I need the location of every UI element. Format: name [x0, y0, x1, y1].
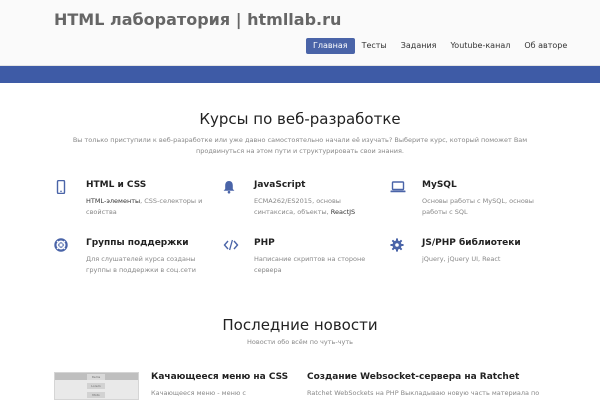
course-link[interactable]: HTML-элементы	[86, 197, 140, 205]
thumb-menu-item: Lorem	[87, 383, 105, 389]
course-title[interactable]: JavaScript	[254, 180, 305, 190]
course-link[interactable]: ReactJS	[331, 208, 355, 216]
course-text-rest: ECMA262/ES2015, основы синтаксиса, объек…	[254, 197, 341, 216]
news-item-text: Качающееся меню - меню с	[151, 389, 246, 397]
course-text: Основы работы с MySQL, основы работы с S…	[422, 197, 534, 216]
site-header: HTML лаборатория | htmllab.ru Главная Те…	[0, 0, 600, 66]
course-title[interactable]: Группы поддержки	[86, 238, 189, 248]
nav-tasks[interactable]: Задания	[394, 38, 444, 54]
news-title: Последние новости	[222, 316, 378, 334]
gear-icon	[390, 238, 404, 252]
code-icon	[223, 239, 239, 251]
course-text: Написание скриптов на стороне сервера	[254, 255, 366, 274]
mobile-icon	[56, 180, 66, 194]
main-nav: Главная Тесты Задания Youtube-канал Об а…	[306, 38, 574, 54]
news-thumbnail[interactable]: Items Lorem Moto	[54, 372, 139, 400]
course-text: jQuery, jQuery UI, React	[422, 255, 501, 263]
bell-icon	[223, 181, 235, 194]
nav-tests[interactable]: Тесты	[355, 38, 394, 54]
news-item-text: Ratchet WebSockets на PHP Выкладываю нов…	[307, 389, 540, 397]
nav-about[interactable]: Об авторе	[517, 38, 574, 54]
nav-youtube[interactable]: Youtube-канал	[443, 38, 517, 54]
laptop-icon	[390, 181, 406, 193]
thumb-menu-item: Items	[87, 374, 105, 380]
course-title[interactable]: HTML и CSS	[86, 180, 146, 190]
course-title[interactable]: MySQL	[422, 180, 457, 190]
course-text: HTML-элементы, CSS-селекторы и свойства	[86, 196, 212, 218]
news-item: Качающееся меню на CSS Качающееся меню -…	[151, 372, 288, 397]
accent-band	[0, 66, 600, 83]
lifebuoy-icon	[54, 238, 68, 252]
course-text: Для слушателей курса созданы группы в по…	[86, 255, 196, 274]
courses-title: Курсы по веб-разработке	[199, 110, 401, 128]
course-title[interactable]: JS/PHP библиотеки	[422, 238, 521, 248]
news-subtitle: Новости обо всём по чуть-чуть	[247, 338, 353, 346]
news-item-title[interactable]: Создание Websocket-сервера на Ratchet	[307, 372, 539, 382]
course-title[interactable]: PHP	[254, 238, 275, 248]
course-text: ECMA262/ES2015, основы синтаксиса, объек…	[254, 196, 380, 218]
news-item-title[interactable]: Качающееся меню на CSS	[151, 372, 288, 382]
thumb-menu-item: Moto	[87, 392, 105, 398]
news-item: Создание Websocket-сервера на Ratchet Ra…	[307, 372, 539, 397]
courses-subtitle: Вы только приступили к веб-разработке ил…	[72, 136, 528, 155]
nav-home[interactable]: Главная	[306, 38, 355, 54]
site-title[interactable]: HTML лаборатория | htmllab.ru	[54, 10, 341, 29]
